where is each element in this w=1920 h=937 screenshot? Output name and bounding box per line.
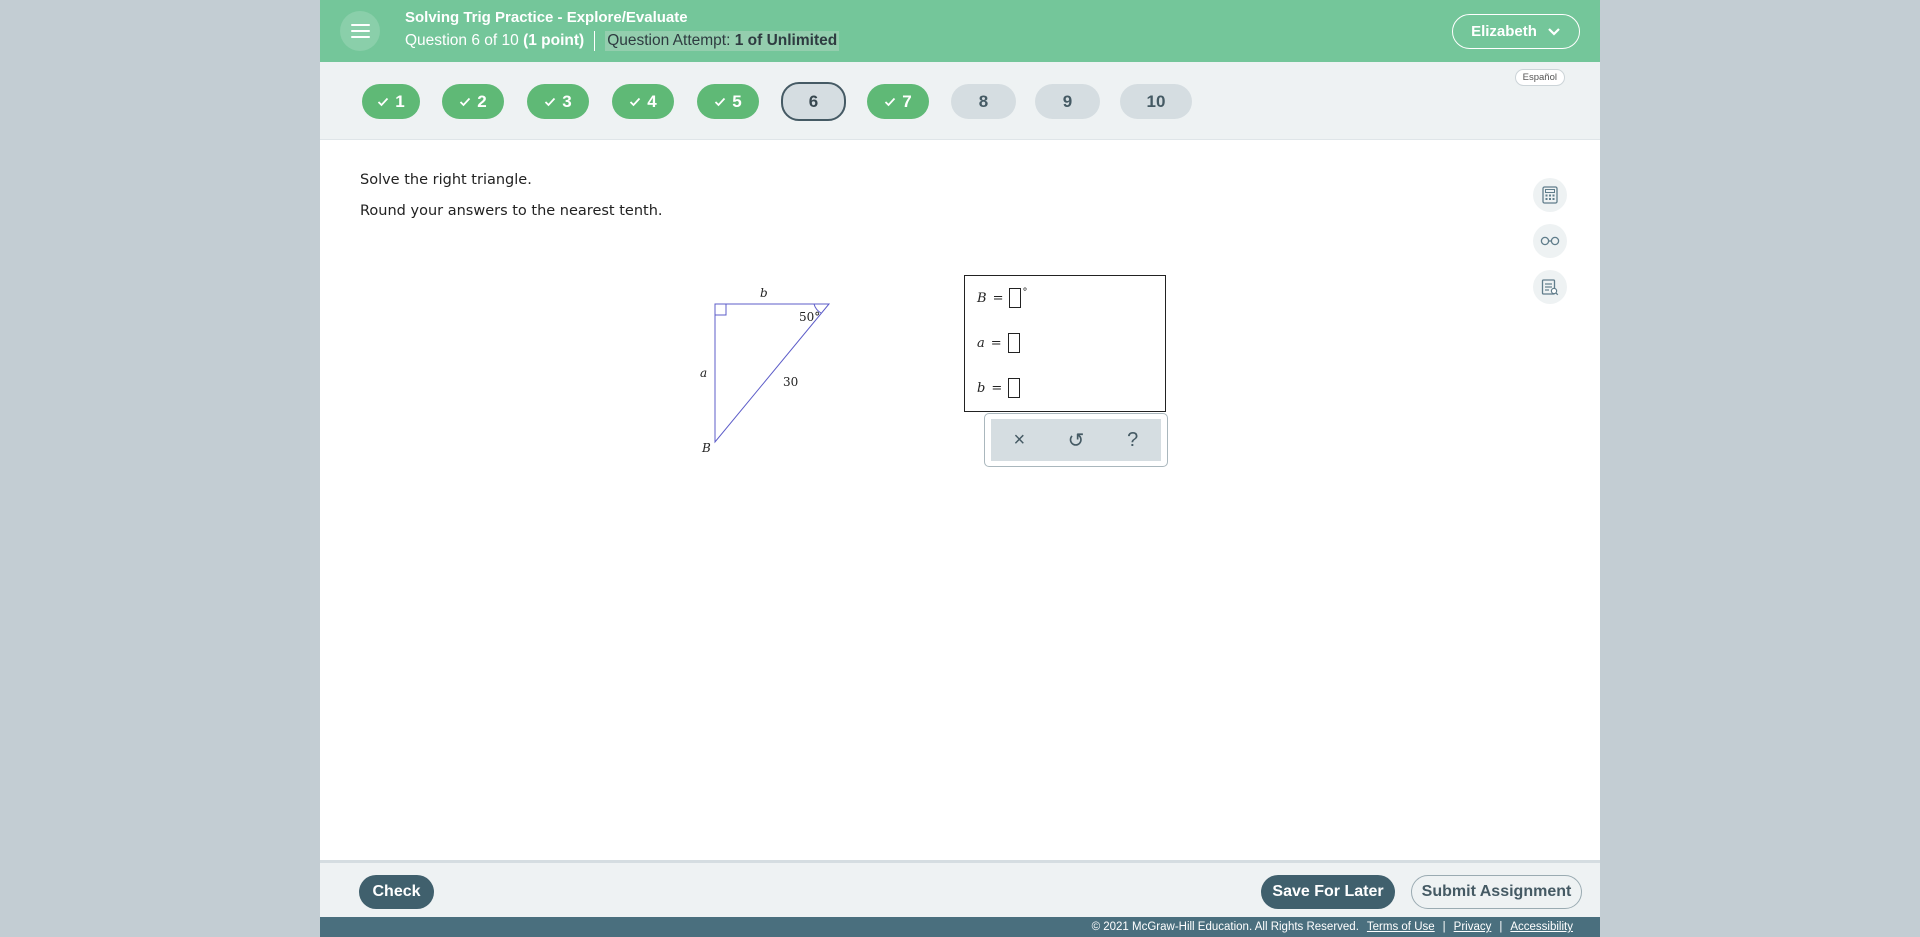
attempt-value: 1 of Unlimited — [734, 32, 838, 49]
math-input-toolbar: × ↺ ? — [984, 413, 1168, 467]
question-number: 9 — [1062, 91, 1073, 111]
menu-line — [350, 24, 370, 26]
reference-sheet-button[interactable] — [1533, 270, 1567, 304]
calculator-button[interactable] — [1533, 178, 1567, 212]
angle-label: 50° — [799, 310, 820, 324]
question-number: 8 — [978, 91, 989, 111]
submit-assignment-button[interactable]: Submit Assignment — [1411, 875, 1582, 909]
glasses-icon — [1540, 236, 1560, 246]
question-8-button[interactable]: 8 — [951, 84, 1016, 119]
accessibility-link[interactable]: Accessibility — [1510, 921, 1573, 933]
question-navigation: 1 2 3 4 5 6 7 8 9 10 Español — [320, 62, 1600, 140]
attempt-info: Question Attempt: 1 of Unlimited — [605, 31, 840, 51]
instruction-text: Solve the right triangle. — [360, 172, 532, 188]
user-menu-button[interactable]: Elizabeth — [1452, 14, 1580, 49]
question-number: 2 — [477, 91, 487, 111]
side-a-label: a — [700, 366, 707, 380]
check-icon — [545, 97, 556, 106]
question-number: 7 — [902, 91, 912, 111]
terms-of-use-link[interactable]: Terms of Use — [1367, 921, 1435, 933]
question-4-button[interactable]: 4 — [612, 84, 674, 119]
check-icon — [460, 97, 471, 106]
question-number: 5 — [732, 91, 742, 111]
footer-separator: | — [1499, 921, 1503, 933]
menu-line — [350, 36, 370, 38]
menu-line — [350, 30, 370, 32]
header-bar: Solving Trig Practice - Explore/Evaluate… — [320, 0, 1600, 62]
question-1-button[interactable]: 1 — [362, 84, 420, 119]
right-angle-marker — [715, 304, 727, 316]
check-button[interactable]: Check — [359, 875, 434, 909]
app-window: Solving Trig Practice - Explore/Evaluate… — [320, 0, 1600, 937]
question-10-button[interactable]: 10 — [1120, 84, 1192, 119]
question-number: 10 — [1146, 91, 1166, 111]
question-7-button[interactable]: 7 — [867, 84, 929, 119]
chevron-down-icon — [1548, 27, 1560, 36]
side-b-input[interactable] — [1008, 378, 1021, 398]
copyright-bar: © 2021 McGraw-Hill Education. All Rights… — [320, 917, 1600, 937]
undo-icon[interactable]: ↺ — [1056, 428, 1096, 453]
hypotenuse-label: 30 — [783, 375, 798, 389]
hamburger-menu-button[interactable] — [340, 11, 380, 51]
reference-sheet-icon — [1541, 279, 1559, 296]
side-b-label: b — [760, 286, 768, 300]
question-2-button[interactable]: 2 — [442, 84, 504, 119]
clear-icon[interactable]: × — [999, 429, 1039, 452]
question-3-button[interactable]: 3 — [527, 84, 589, 119]
question-9-button[interactable]: 9 — [1035, 84, 1100, 119]
question-info: Question 6 of 10 (1 point) Question Atte… — [405, 31, 840, 51]
user-name: Elizabeth — [1471, 23, 1537, 40]
answer-row-side-a: a = — [977, 333, 1020, 353]
angle-b-input[interactable] — [1009, 288, 1022, 308]
read-aloud-button[interactable] — [1533, 224, 1567, 258]
answer-row-side-b: b = — [977, 378, 1021, 398]
footer-separator: | — [1442, 921, 1446, 933]
triangle-shape — [714, 303, 831, 444]
answer-row-angle-b: B = ° — [977, 286, 1028, 308]
check-icon — [715, 97, 726, 106]
copyright-text: © 2021 McGraw-Hill Education. All Rights… — [1091, 921, 1359, 933]
save-for-later-button[interactable]: Save For Later — [1261, 875, 1395, 909]
equals-sign: = — [992, 290, 1004, 306]
equals-sign: = — [990, 335, 1002, 351]
instruction-rounding-text: Round your answers to the nearest tenth. — [360, 203, 663, 219]
points-label: (1 point) — [523, 32, 585, 49]
question-number: 6 — [808, 91, 819, 111]
footer-actions: Check Save For Later Submit Assignment — [320, 860, 1600, 917]
degree-unit: ° — [1022, 286, 1028, 298]
answer-box: B = ° a = b = — [964, 275, 1166, 412]
assignment-title: Solving Trig Practice - Explore/Evaluate — [405, 9, 688, 26]
question-label: Question 6 of 10 — [405, 32, 519, 49]
vertex-b-label: B — [701, 441, 711, 455]
question-number: 3 — [562, 91, 572, 111]
side-a-input[interactable] — [1007, 333, 1020, 353]
equals-sign: = — [991, 380, 1003, 396]
answer-variable: a — [977, 335, 985, 351]
answer-variable: b — [977, 380, 986, 396]
question-5-button[interactable]: 5 — [697, 84, 759, 119]
privacy-link[interactable]: Privacy — [1454, 921, 1492, 933]
language-toggle-link[interactable]: Español — [1514, 69, 1565, 86]
check-icon — [885, 97, 896, 106]
question-6-button[interactable]: 6 — [781, 82, 846, 121]
check-icon — [630, 97, 641, 106]
help-icon[interactable]: ? — [1113, 429, 1153, 452]
calculator-icon — [1542, 186, 1558, 204]
right-triangle-figure: b a 30 50° B — [700, 286, 831, 455]
question-number: 1 — [395, 91, 405, 111]
attempt-label: Question Attempt: — [607, 32, 731, 49]
check-icon — [378, 97, 389, 106]
header-divider — [594, 31, 596, 51]
question-number: 4 — [647, 91, 657, 111]
answer-variable: B — [977, 290, 987, 306]
